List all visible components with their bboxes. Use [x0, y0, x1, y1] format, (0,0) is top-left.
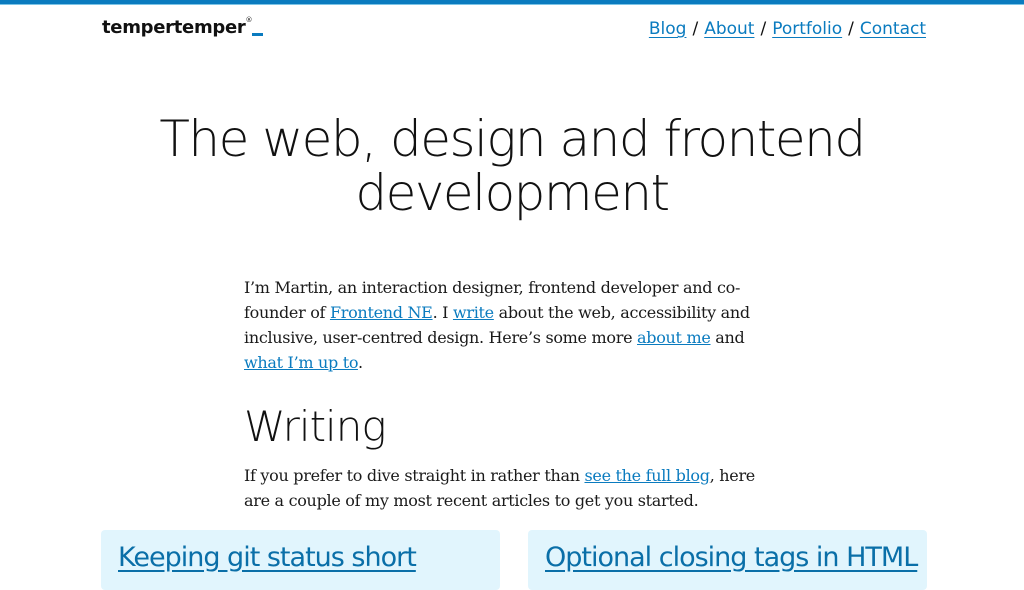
nav-separator: /	[760, 19, 767, 39]
top-accent-bar	[0, 0, 1024, 5]
article-card: Keeping git status short	[101, 530, 500, 590]
intro-paragraph: I’m Martin, an interaction designer, fro…	[244, 275, 784, 375]
site-logo[interactable]: tempertemper®	[102, 16, 264, 38]
write-link[interactable]: write	[453, 303, 494, 322]
intro-text: . I	[432, 303, 453, 322]
nav-link-portfolio[interactable]: Portfolio	[772, 19, 842, 39]
nav-link-contact[interactable]: Contact	[860, 19, 926, 39]
full-blog-link[interactable]: see the full blog	[584, 466, 710, 485]
title-line-2: development	[355, 164, 670, 222]
nav-link-about[interactable]: About	[704, 19, 754, 39]
nav-separator: /	[848, 19, 854, 39]
writing-text: If you prefer to dive straight in rather…	[244, 466, 585, 485]
article-link[interactable]: Optional closing tags in HTML	[545, 542, 918, 573]
registered-mark: ®	[245, 16, 253, 24]
page-title: The web, design and frontend development	[0, 112, 1024, 220]
frontend-ne-link[interactable]: Frontend NE	[330, 303, 433, 322]
title-line-1: The web, design and frontend	[159, 110, 866, 168]
nav-separator: /	[692, 19, 699, 39]
intro-text: .	[357, 353, 363, 372]
logo-text: tempertemper	[102, 17, 246, 38]
what-im-up-to-link[interactable]: what I’m up to	[244, 353, 358, 372]
article-link[interactable]: Keeping git status short	[118, 542, 417, 573]
writing-paragraph: If you prefer to dive straight in rather…	[244, 463, 784, 513]
article-card: Optional closing tags in HTML	[528, 530, 927, 590]
nav-link-blog[interactable]: Blog	[649, 19, 687, 39]
main-nav: Blog / About / Portfolio / Contact	[649, 19, 926, 39]
intro-text: and	[710, 328, 745, 347]
writing-heading: Writing	[244, 402, 387, 451]
about-me-link[interactable]: about me	[637, 328, 711, 347]
cursor-underscore-icon	[252, 33, 264, 36]
